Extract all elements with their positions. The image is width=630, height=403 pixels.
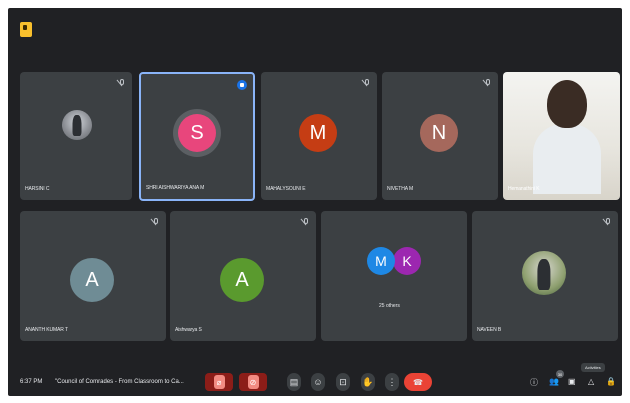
camera-off-icon: ⊘: [247, 375, 259, 389]
activities-icon[interactable]: △: [588, 377, 594, 386]
mic-off-icon: [486, 79, 490, 85]
end-call-icon: ☎: [413, 377, 423, 387]
end-call-button[interactable]: ☎: [404, 373, 432, 391]
chat-icon[interactable]: ▣: [568, 377, 576, 386]
people-icon[interactable]: 👥: [549, 377, 559, 386]
participant-tile-others[interactable]: M K 25 others: [321, 211, 467, 341]
participant-tile-ananth[interactable]: A ANANTH KUMAR T: [20, 211, 166, 341]
participant-tile-nivetha[interactable]: N NIVETHA M: [382, 72, 498, 200]
participant-photo: [62, 110, 92, 140]
participant-name: HARSINI C: [25, 186, 50, 192]
avatar: M: [299, 114, 337, 152]
raise-hand-icon: ✋: [362, 376, 374, 387]
emoji-icon: ☺: [313, 377, 323, 387]
participant-tile-hemanathini[interactable]: Hemanathini K: [503, 72, 620, 200]
camera-video: [503, 72, 620, 200]
avatar-initial: N: [431, 121, 447, 144]
avatar-initial: M: [309, 121, 327, 144]
mic-off-icon: [120, 79, 124, 85]
more-options-button[interactable]: ⋮: [385, 373, 399, 391]
host-controls-icon[interactable]: 🔒: [606, 377, 616, 386]
raise-hand-button[interactable]: ✋: [361, 373, 375, 391]
participant-tile-naveen[interactable]: NAVEEN B: [472, 211, 618, 341]
participant-name: NIVETHA M: [387, 186, 414, 192]
camera-toggle-button[interactable]: ⊘: [239, 373, 267, 391]
avatar: M: [367, 247, 395, 275]
mic-toggle-button[interactable]: ⌀: [205, 373, 233, 391]
captions-button[interactable]: ▤: [287, 373, 301, 391]
captions-icon: ▤: [289, 376, 299, 387]
mic-off-icon: [606, 218, 610, 224]
participant-tile-harsini[interactable]: HARSINI C: [20, 72, 132, 200]
participant-name: MAHALYSOUNI E: [266, 186, 306, 192]
avatar-initial: M: [375, 253, 387, 269]
meet-logo-icon: [20, 22, 32, 37]
avatar: A: [220, 258, 264, 302]
meeting-title: "Council of Comrades - From Classroom to…: [55, 379, 184, 385]
participant-name: ANANTH KUMAR T: [25, 327, 68, 333]
participant-tile-shri[interactable]: S SHRI AISHWARIYA ANA M: [139, 72, 255, 201]
participant-photo: [522, 251, 566, 295]
emoji-button[interactable]: ☺: [311, 373, 325, 391]
participant-name: Aishwarya S: [175, 327, 202, 333]
participant-tile-mahalysouni[interactable]: M MAHALYSOUNI E: [261, 72, 377, 200]
avatar: N: [420, 114, 458, 152]
present-button[interactable]: ⊡: [336, 373, 350, 391]
participant-name: NAVEEN B: [477, 327, 502, 333]
avatar-initial: K: [402, 253, 412, 269]
mic-off-icon: [365, 79, 369, 85]
avatar-initial: A: [85, 268, 99, 291]
meet-window: HARSINI C S SHRI AISHWARIYA ANA M M MAHA…: [8, 8, 622, 396]
others-count: 25 others: [379, 303, 400, 309]
present-icon: ⊡: [339, 376, 347, 387]
mic-off-icon: [304, 218, 308, 224]
mic-off-icon: ⌀: [213, 375, 225, 389]
mic-off-icon: [154, 218, 158, 224]
more-options-icon: ⋮: [387, 376, 397, 387]
clock: 6:37 PM: [20, 379, 43, 385]
speaking-indicator-icon: [237, 80, 247, 90]
avatar-initial: S: [190, 121, 204, 144]
avatar: K: [393, 247, 421, 275]
participant-count-badge: 30: [556, 370, 564, 378]
avatar: S: [178, 114, 216, 152]
participant-name: Hemanathini K: [508, 186, 540, 192]
activities-tooltip: Activities: [581, 363, 605, 372]
avatar: A: [70, 258, 114, 302]
participant-tile-aishwarya[interactable]: A Aishwarya S: [170, 211, 316, 341]
avatar-initial: A: [235, 268, 249, 291]
info-icon[interactable]: ⓘ: [530, 377, 538, 388]
participant-name: SHRI AISHWARIYA ANA M: [146, 185, 205, 191]
